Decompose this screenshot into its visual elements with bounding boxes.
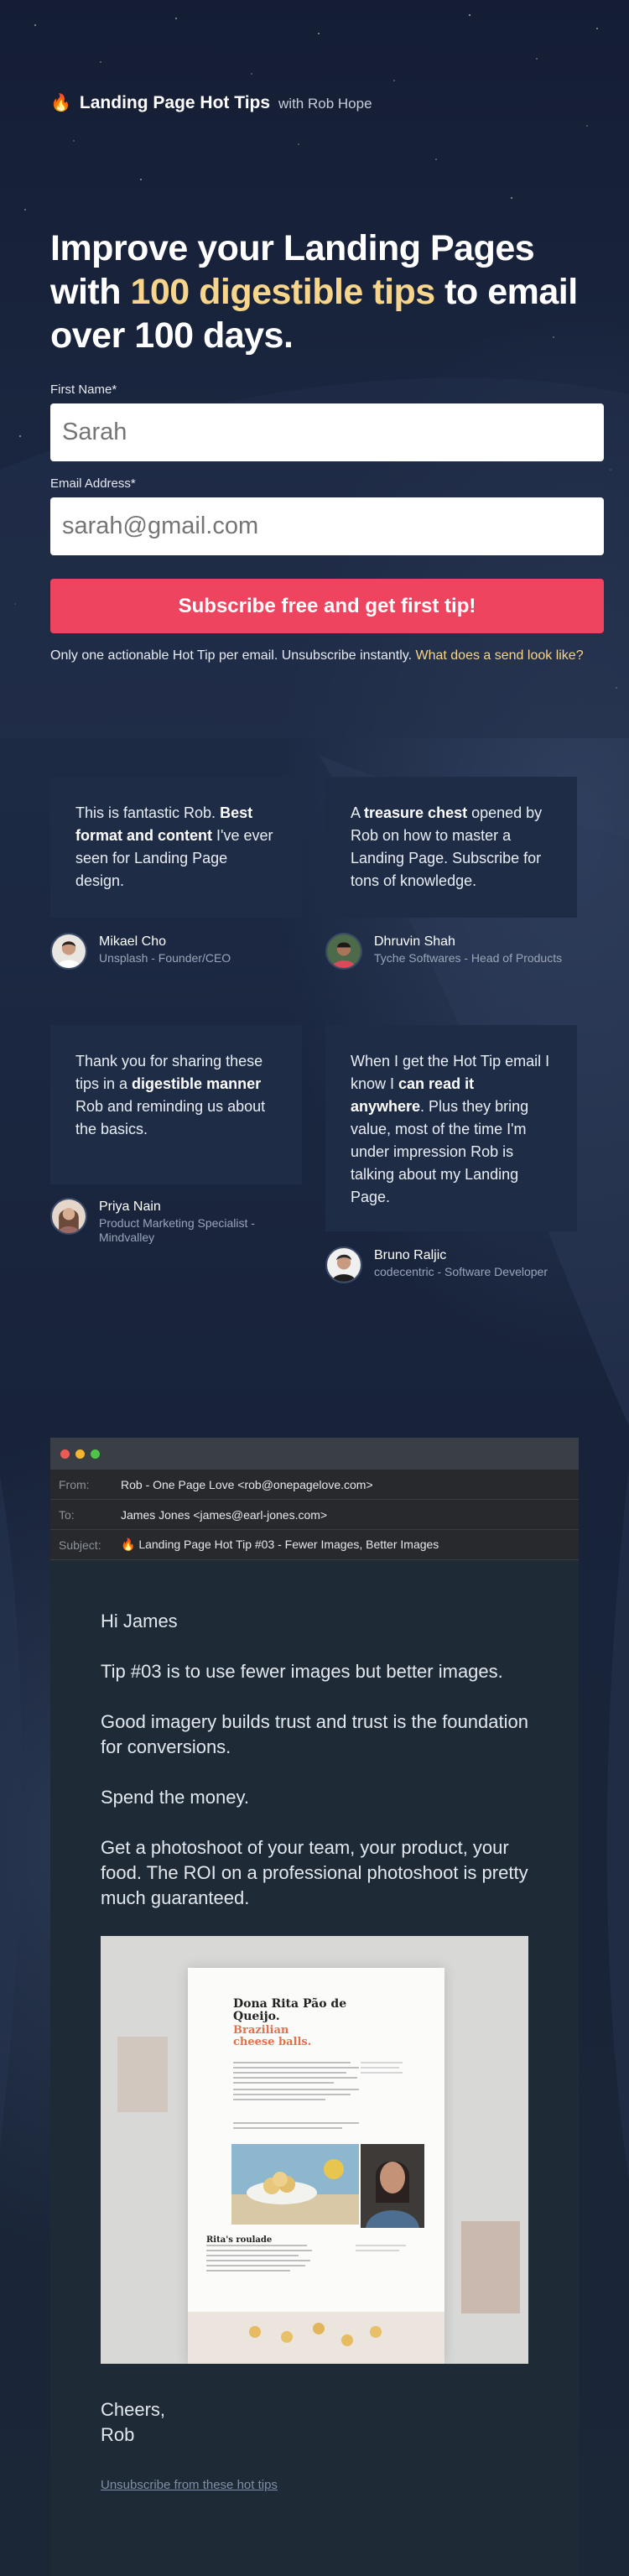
author-name: Mikael Cho <box>99 934 167 949</box>
testimonial-card: This is fantastic Rob. Best format and c… <box>50 777 302 918</box>
cheese-bread-photo <box>231 2144 359 2225</box>
headline-highlight: 100 digestible tips <box>130 272 435 312</box>
first-name-label: First Name* <box>50 382 117 397</box>
email-paragraph: Spend the money. <box>101 1787 249 1808</box>
email-signature: Rob <box>101 2424 135 2445</box>
email-to-row: To: James Jones <james@earl-jones.com> <box>50 1500 579 1530</box>
email-label: Email Address* <box>50 476 136 491</box>
subject-text: Landing Page Hot Tip #03 - Fewer Images,… <box>138 1538 439 1551</box>
subject-label: Subject: <box>59 1538 101 1552</box>
avatar <box>50 1198 87 1235</box>
to-label: To: <box>59 1507 75 1522</box>
testimonial-author: Bruno Raljic codecentric - Software Deve… <box>325 1246 602 1283</box>
author-name: Dhruvin Shah <box>374 934 455 949</box>
author-role: Product Marketing Specialist - Mindvalle… <box>99 1216 255 1244</box>
subscribe-button[interactable]: Subscribe free and get first tip! <box>50 579 604 633</box>
author-role: Tyche Softwares - Head of Products <box>374 951 563 965</box>
email-greeting: Hi James <box>101 1611 178 1631</box>
portrait-photo <box>361 2144 424 2228</box>
testimonial-text: A <box>351 804 365 821</box>
image-subtitle: Brazilian cheese balls. <box>233 2024 312 2048</box>
email-subject-row: Subject: 🔥 Landing Page Hot Tip #03 - Fe… <box>50 1530 579 1560</box>
testimonial-author: Priya Nain Product Marketing Specialist … <box>50 1198 327 1245</box>
testimonial-author: Mikael Cho Unsplash - Founder/CEO <box>50 933 327 970</box>
brand-title[interactable]: Landing Page Hot Tips <box>80 93 270 113</box>
send-preview-link[interactable]: What does a send look like? <box>415 648 583 663</box>
food-plate-photo <box>188 2312 444 2364</box>
email-paragraph: Tip #03 is to use fewer images but bette… <box>101 1661 503 1682</box>
email-preview: From: Rob - One Page Love <rob@onepagelo… <box>50 1438 579 2576</box>
email-body: Hi James Tip #03 is to use fewer images … <box>50 1560 579 2498</box>
subject-value: 🔥 Landing Page Hot Tip #03 - Fewer Image… <box>121 1538 439 1552</box>
image-title: Dona Rita Pão de Queijo. <box>233 1997 347 2023</box>
testimonial-text: Rob and reminding us about the basics. <box>75 1098 266 1137</box>
author-role: Unsplash - Founder/CEO <box>99 951 231 965</box>
maximize-dot-icon <box>91 1449 100 1459</box>
fine-print: Only one actionable Hot Tip per email. U… <box>50 646 604 666</box>
close-dot-icon <box>60 1449 70 1459</box>
subscribe-form: First Name* Email Address* Subscribe fre… <box>50 382 604 666</box>
to-value: James Jones <james@earl-jones.com> <box>121 1507 328 1522</box>
testimonial-emphasis: treasure chest <box>364 804 468 821</box>
example-screenshot-image: Dona Rita Pão de Queijo. Brazilian chees… <box>101 1936 528 2364</box>
testimonial-card: Thank you for sharing these tips in a di… <box>50 1025 302 1184</box>
brand-bar: 🔥 Landing Page Hot Tips with Rob Hope <box>50 92 604 113</box>
avatar <box>325 933 362 970</box>
fine-print-text: Only one actionable Hot Tip per email. U… <box>50 648 416 663</box>
email-field[interactable] <box>50 497 604 555</box>
testimonial-card: When I get the Hot Tip email I know I ca… <box>325 1025 577 1231</box>
author-role: codecentric - Software Developer <box>374 1265 548 1278</box>
email-paragraph: Good imagery builds trust and trust is t… <box>101 1711 528 1757</box>
minimize-dot-icon <box>75 1449 85 1459</box>
email-paragraph: Get a photoshoot of your team, your prod… <box>101 1837 528 1908</box>
unsubscribe-link[interactable]: Unsubscribe from these hot tips <box>101 2473 528 2498</box>
from-label: From: <box>59 1477 90 1491</box>
email-from-row: From: Rob - One Page Love <rob@onepagelo… <box>50 1470 579 1500</box>
testimonial-text: This is fantastic Rob. <box>75 804 221 821</box>
first-name-field[interactable] <box>50 403 604 461</box>
avatar <box>325 1246 362 1283</box>
magazine-page: Dona Rita Pão de Queijo. Brazilian chees… <box>188 1968 444 2364</box>
fire-icon: 🔥 <box>50 94 71 112</box>
window-titlebar <box>50 1438 579 1470</box>
testimonial-author: Dhruvin Shah Tyche Softwares - Head of P… <box>325 933 602 970</box>
testimonial-emphasis: digestible manner <box>132 1075 262 1092</box>
from-value: Rob - One Page Love <rob@onepagelove.com… <box>121 1477 373 1491</box>
author-name: Priya Nain <box>99 1200 161 1214</box>
page-headline: Improve your Landing Pages with 100 dige… <box>50 226 604 357</box>
fire-icon: 🔥 <box>121 1538 139 1551</box>
email-signoff: Cheers, <box>101 2399 166 2420</box>
avatar <box>50 933 87 970</box>
brand-subtitle: with Rob Hope <box>278 96 372 112</box>
testimonial-card: A treasure chest opened by Rob on how to… <box>325 777 577 918</box>
author-name: Bruno Raljic <box>374 1248 447 1262</box>
